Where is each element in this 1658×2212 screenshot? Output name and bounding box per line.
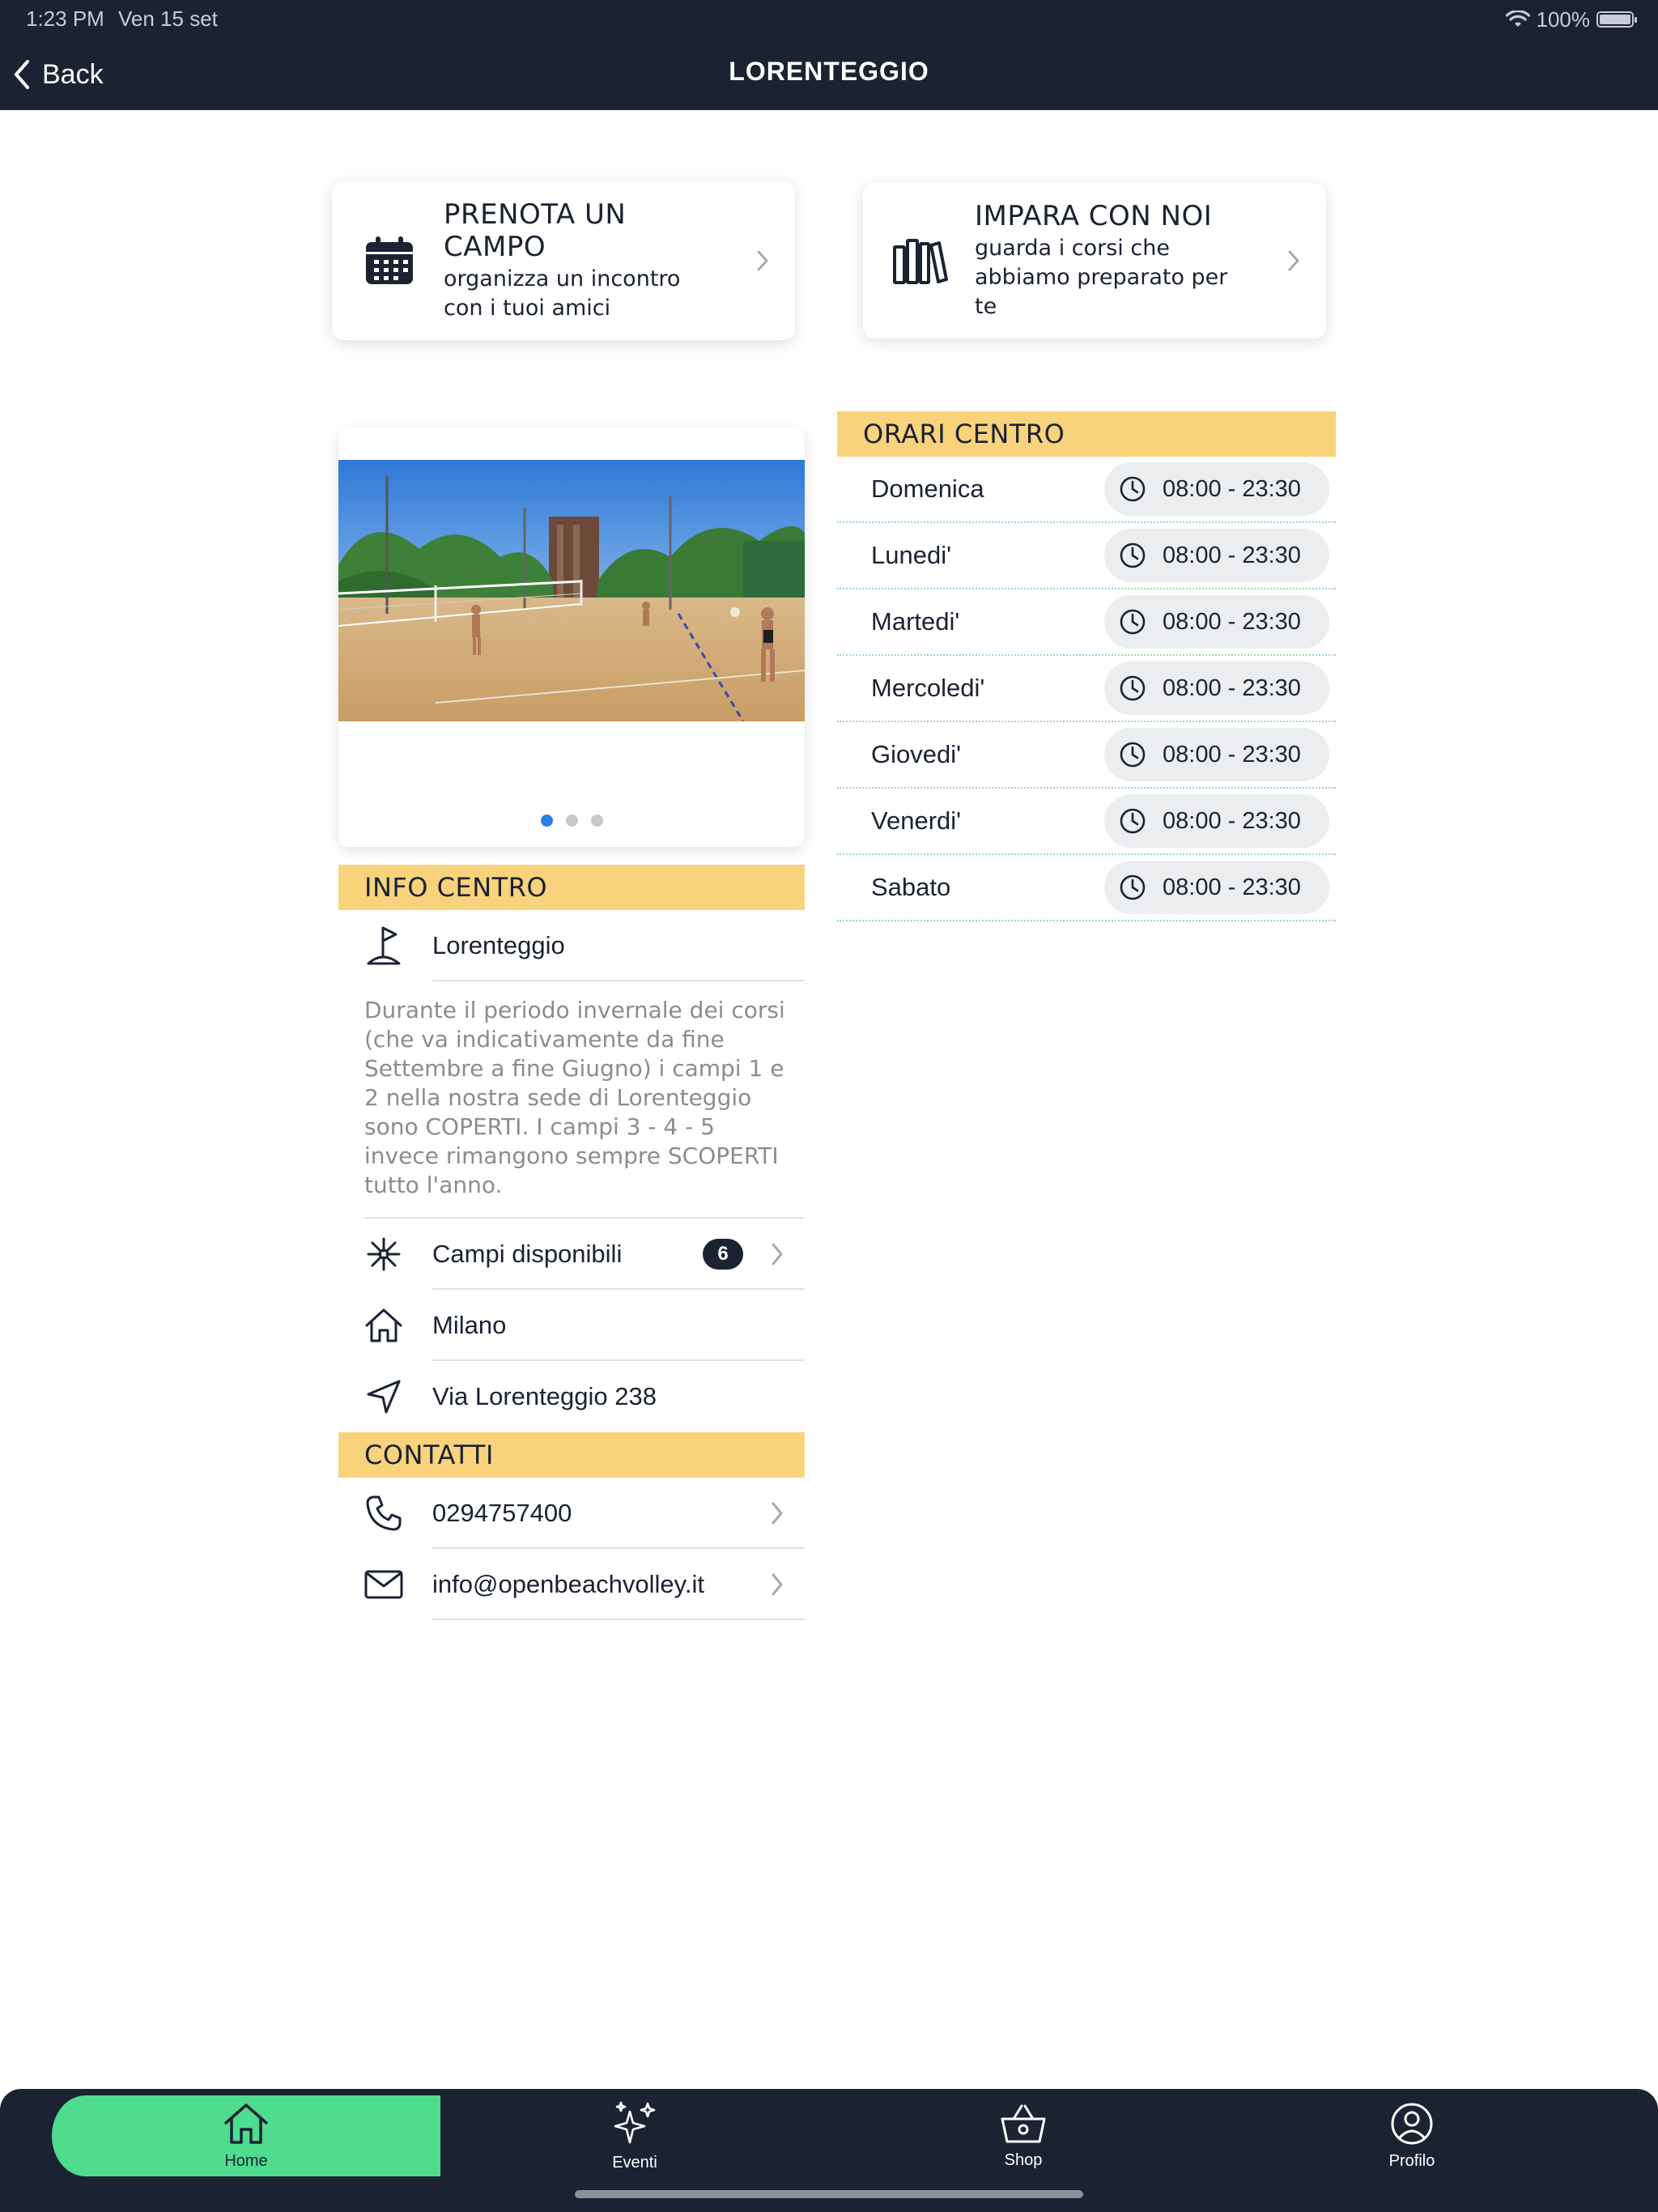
hours-time: 08:00 - 23:30 bbox=[1163, 608, 1301, 635]
phone-number: 0294757400 bbox=[432, 1499, 572, 1527]
learn-card-subtitle: guarda i corsi che abbiamo preparato per… bbox=[975, 236, 1228, 319]
hours-time: 08:00 - 23:30 bbox=[1163, 874, 1301, 900]
status-time: 1:23 PM bbox=[26, 6, 104, 31]
book-card-subtitle: organizza un incontro con i tuoi amici bbox=[444, 266, 681, 321]
home-icon bbox=[351, 1308, 416, 1343]
center-description: Durante il periodo invernale dei corsi (… bbox=[364, 997, 785, 1198]
chevron-right-icon bbox=[738, 249, 787, 272]
chevron-right-icon bbox=[771, 1572, 784, 1601]
home-icon bbox=[224, 2103, 268, 2144]
chevron-right-icon bbox=[771, 1500, 784, 1529]
hours-time-pill: 08:00 - 23:30 bbox=[1104, 861, 1329, 914]
clock-icon bbox=[1119, 608, 1146, 636]
hours-time-pill: 08:00 - 23:30 bbox=[1104, 595, 1329, 649]
hours-time: 08:00 - 23:30 bbox=[1163, 542, 1301, 568]
hours-day: Venerdi' bbox=[871, 806, 962, 835]
hours-time-pill: 08:00 - 23:30 bbox=[1104, 728, 1329, 781]
email-row[interactable]: info@openbeachvolley.it bbox=[338, 1549, 805, 1620]
top-bar bbox=[0, 0, 1658, 110]
photo-carousel[interactable] bbox=[338, 428, 805, 847]
hours-time: 08:00 - 23:30 bbox=[1163, 741, 1301, 768]
city-row: Milano bbox=[338, 1290, 805, 1361]
tab-shop[interactable]: Shop bbox=[829, 2095, 1218, 2176]
clock-icon bbox=[1119, 807, 1146, 835]
books-icon bbox=[891, 236, 950, 286]
email-address: info@openbeachvolley.it bbox=[432, 1570, 704, 1598]
chevron-right-icon bbox=[771, 1241, 784, 1270]
carousel-dot[interactable] bbox=[540, 815, 553, 827]
courts-label: Campi disponibili bbox=[432, 1240, 623, 1268]
page-title: LORENTEGGIO bbox=[729, 57, 929, 86]
hours-row: Sabato 08:00 - 23:30 bbox=[837, 855, 1336, 921]
hours-time-pill: 08:00 - 23:30 bbox=[1104, 661, 1329, 715]
carousel-dots bbox=[338, 815, 805, 827]
sparkles-icon bbox=[614, 2101, 656, 2143]
book-card-title: PRENOTA UN CAMPO bbox=[444, 198, 627, 263]
hours-row: Venerdi' 08:00 - 23:30 bbox=[837, 789, 1336, 855]
hours-time-pill: 08:00 - 23:30 bbox=[1104, 529, 1329, 582]
navigation-arrow-icon bbox=[351, 1378, 416, 1415]
contacts-section-header: CONTATTI bbox=[338, 1432, 805, 1478]
clock-icon bbox=[1119, 475, 1146, 503]
city: Milano bbox=[432, 1311, 507, 1339]
phone-row[interactable]: 0294757400 bbox=[338, 1478, 805, 1549]
address-row: Via Lorenteggio 238 bbox=[338, 1361, 805, 1432]
status-indicators: 100% bbox=[1505, 5, 1637, 34]
hours-time: 08:00 - 23:30 bbox=[1163, 674, 1301, 701]
hours-day: Mercoledi' bbox=[871, 674, 985, 702]
hours-time: 08:00 - 23:30 bbox=[1163, 807, 1301, 834]
phone-icon bbox=[351, 1495, 416, 1532]
clock-icon bbox=[1119, 874, 1146, 901]
hours-row: Domenica 08:00 - 23:30 bbox=[837, 457, 1336, 523]
calendar-icon bbox=[359, 236, 419, 286]
hours-section-header: ORARI CENTRO bbox=[837, 411, 1336, 457]
status-date: Ven 15 set bbox=[118, 6, 218, 31]
hours-day: Domenica bbox=[871, 474, 984, 503]
info-section-header: INFO CENTRO bbox=[338, 865, 805, 910]
hours-row: Martedi' 08:00 - 23:30 bbox=[837, 589, 1336, 656]
learn-card-title: IMPARA CON NOI bbox=[975, 200, 1213, 232]
wifi-icon bbox=[1505, 11, 1530, 27]
flag-icon bbox=[351, 925, 416, 967]
battery-percent: 100% bbox=[1536, 6, 1591, 32]
user-circle-icon bbox=[1391, 2103, 1433, 2144]
battery-icon bbox=[1596, 11, 1637, 28]
tab-home-label: Home bbox=[224, 2151, 268, 2170]
clock-icon bbox=[1119, 674, 1146, 702]
hours-time-pill: 08:00 - 23:30 bbox=[1104, 794, 1329, 848]
tab-eventi-label: Eventi bbox=[612, 2153, 657, 2172]
learn-card[interactable]: IMPARA CON NOI guarda i corsi che abbiam… bbox=[863, 183, 1326, 338]
carousel-dot[interactable] bbox=[590, 815, 603, 827]
hours-time-pill: 08:00 - 23:30 bbox=[1104, 462, 1329, 516]
hours-day: Lunedi' bbox=[871, 541, 952, 569]
hours-day: Sabato bbox=[871, 873, 951, 901]
carousel-dot[interactable] bbox=[565, 815, 578, 827]
courts-count-badge: 6 bbox=[703, 1239, 743, 1270]
chevron-right-icon bbox=[1269, 249, 1318, 272]
tab-profilo-label: Profilo bbox=[1388, 2151, 1435, 2170]
tab-home[interactable]: Home bbox=[52, 2095, 440, 2176]
hours-time: 08:00 - 23:30 bbox=[1163, 475, 1301, 502]
home-indicator bbox=[575, 2190, 1083, 2198]
hours-row: Giovedi' 08:00 - 23:30 bbox=[837, 722, 1336, 789]
asterisk-icon bbox=[351, 1236, 416, 1272]
clock-icon bbox=[1119, 542, 1146, 569]
book-court-card[interactable]: PRENOTA UN CAMPO organizza un incontro c… bbox=[332, 181, 795, 340]
hours-day: Giovedi' bbox=[871, 740, 962, 768]
hours-day: Martedi' bbox=[871, 607, 960, 636]
center-name: Lorenteggio bbox=[432, 931, 565, 959]
hours-row: Lunedi' 08:00 - 23:30 bbox=[837, 523, 1336, 589]
hours-row: Mercoledi' 08:00 - 23:30 bbox=[837, 656, 1336, 722]
info-name-row: Lorenteggio bbox=[338, 910, 805, 981]
address: Via Lorenteggio 238 bbox=[432, 1382, 657, 1410]
mail-icon bbox=[351, 1570, 416, 1599]
clock-icon bbox=[1119, 741, 1146, 768]
beach-volley-court-photo bbox=[338, 460, 805, 721]
tab-eventi[interactable]: Eventi bbox=[440, 2095, 829, 2176]
courts-row[interactable]: Campi disponibili 6 bbox=[338, 1219, 805, 1290]
tab-shop-label: Shop bbox=[1004, 2150, 1043, 2169]
tab-profilo[interactable]: Profilo bbox=[1218, 2095, 1606, 2176]
basket-icon bbox=[1001, 2104, 1046, 2142]
